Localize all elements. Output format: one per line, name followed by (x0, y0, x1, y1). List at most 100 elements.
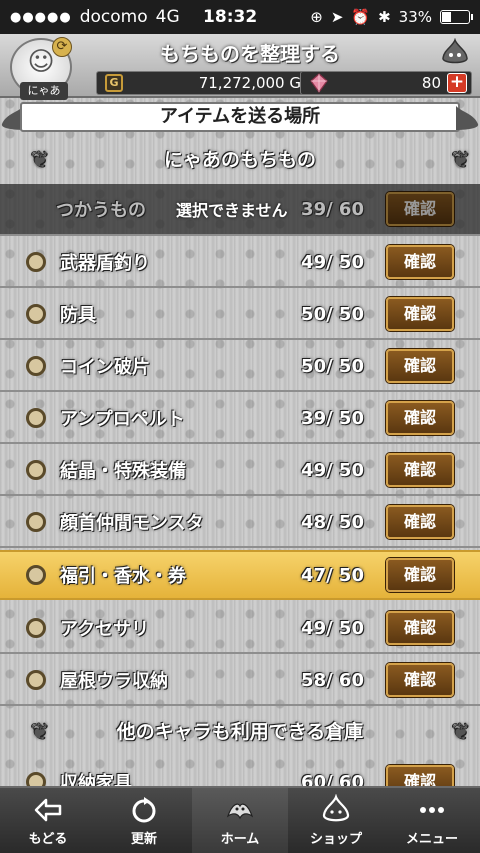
nav-menu-label: メニュー (405, 832, 458, 847)
radio-button[interactable] (26, 670, 46, 690)
nav-shop[interactable]: ショップ (288, 788, 384, 853)
list-item[interactable]: 防具 50/ 50 確認 (0, 290, 480, 340)
alarm-icon: ⏰ (351, 8, 371, 26)
item-category-name: 防具 (60, 305, 96, 326)
gold-icon: G (105, 74, 123, 92)
item-count: 39/ 60 (301, 198, 364, 220)
gem-amount: 80 (421, 74, 441, 92)
confirm-button[interactable]: 確認 (386, 245, 454, 279)
swap-character-icon[interactable]: ⟳ (52, 37, 72, 57)
list-item-selected[interactable]: 福引・香水・券 47/ 50 確認 (0, 550, 480, 600)
confirm-button[interactable]: 確認 (386, 297, 454, 331)
section-shared-storage: ❦ 他のキャラも利用できる倉庫 ❦ (0, 710, 480, 754)
list-item[interactable]: アクセサリ 49/ 50 確認 (0, 604, 480, 654)
list-item[interactable]: コイン破片 50/ 50 確認 (0, 342, 480, 392)
section-title: 他のキャラも利用できる倉庫 (116, 721, 364, 743)
send-location-label: アイテムを送る場所 (20, 102, 460, 132)
ornament-left-icon: ❦ (30, 720, 50, 745)
send-location-banner: アイテムを送る場所 (0, 100, 480, 134)
confirm-button[interactable]: 確認 (386, 349, 454, 383)
lock-rotation-icon: ⊕ (310, 8, 323, 26)
gem-icon (310, 73, 328, 93)
radio-button[interactable] (26, 460, 46, 480)
gold-amount: 71,272,000 G (198, 74, 301, 92)
radio-button[interactable] (26, 512, 46, 532)
dragon-home-icon (226, 803, 254, 820)
avatar-name: にゃあ (20, 82, 68, 100)
nav-back-label: もどる (28, 832, 68, 847)
item-count: 49/ 50 (301, 617, 364, 639)
status-bar: ●●●●● docomo 4G 18:32 ⊕ ➤ ⏰ ✱ 33% (0, 0, 480, 34)
app-screen: ☺ にゃあ ⟳ もちものを整理する G 71,272,000 G 80 + アイ… (0, 34, 480, 853)
confirm-button[interactable]: 確認 (386, 453, 454, 487)
header: ☺ にゃあ ⟳ もちものを整理する G 71,272,000 G 80 + (0, 34, 480, 100)
radio-button[interactable] (26, 252, 46, 272)
nav-shop-label: ショップ (309, 832, 362, 847)
item-category-name: 結晶・特殊装備 (60, 461, 186, 482)
slime-shop-icon (322, 794, 350, 822)
list-item-disabled: つかうもの 選択できません 39/ 60 確認 (0, 184, 480, 236)
item-count: 49/ 50 (301, 251, 364, 273)
item-count: 58/ 60 (301, 669, 364, 691)
radio-button[interactable] (26, 618, 46, 638)
list-item[interactable]: 屋根ウラ収納 58/ 60 確認 (0, 656, 480, 706)
nav-back[interactable]: もどる (0, 788, 96, 853)
nav-home-label: ホーム (220, 832, 260, 847)
nav-refresh[interactable]: 更新 (96, 788, 192, 853)
confirm-button[interactable]: 確認 (386, 663, 454, 697)
radio-button[interactable] (26, 304, 46, 324)
nav-refresh-label: 更新 (130, 832, 157, 847)
list-item[interactable]: 結晶・特殊装備 49/ 50 確認 (0, 446, 480, 496)
battery-percent: 33% (398, 8, 432, 26)
back-arrow-icon (34, 798, 62, 822)
item-count: 50/ 50 (301, 303, 364, 325)
item-category-name: コイン破片 (60, 357, 150, 378)
gem-panel: 80 + (300, 71, 472, 95)
confirm-button[interactable]: 確認 (386, 505, 454, 539)
confirm-button[interactable]: 確認 (386, 611, 454, 645)
confirm-button[interactable]: 確認 (386, 558, 454, 592)
radio-button[interactable] (26, 408, 46, 428)
signal-icon: ●●●●● (10, 9, 72, 25)
gold-panel: G 71,272,000 G (96, 71, 310, 95)
page-title: もちものを整理する (160, 42, 340, 66)
item-category-name: 武器盾釣り (60, 253, 150, 274)
slime-right-icon (456, 106, 479, 130)
section-my-items: ❦ にゃあのもちもの ❦ (0, 138, 480, 182)
section-title: にゃあのもちもの (163, 149, 316, 171)
item-category-name: つかうもの (56, 200, 146, 221)
item-category-name: アクセサリ (60, 619, 150, 640)
radio-button[interactable] (26, 356, 46, 376)
carrier: docomo (79, 7, 148, 27)
item-count: 48/ 50 (301, 511, 364, 533)
item-count: 50/ 50 (301, 355, 364, 377)
item-category-name: 屋根ウラ収納 (60, 671, 168, 692)
radio-button[interactable] (26, 565, 46, 585)
bottom-nav: もどる 更新 ホーム ショップ メニュー (0, 786, 480, 853)
character-face-icon: ☺ (27, 47, 55, 77)
nav-menu[interactable]: メニュー (384, 788, 480, 853)
ornament-right-icon: ❦ (451, 148, 470, 173)
list-item[interactable]: 顔首仲間モンスタ 48/ 50 確認 (0, 498, 480, 548)
slime-help-button[interactable] (438, 37, 472, 67)
nav-home[interactable]: ホーム (192, 788, 288, 853)
not-selectable-note: 選択できません (176, 201, 288, 220)
item-category-name: アンプロペルト (60, 409, 185, 430)
item-count: 49/ 50 (301, 459, 364, 481)
add-gems-button[interactable]: + (447, 73, 467, 93)
clock: 18:32 (203, 7, 258, 27)
item-count: 47/ 50 (301, 564, 364, 586)
list-item[interactable]: 武器盾釣り 49/ 50 確認 (0, 238, 480, 288)
battery-icon (440, 10, 473, 24)
item-count: 39/ 50 (301, 407, 364, 429)
list-item[interactable]: アンプロペルト 39/ 50 確認 (0, 394, 480, 444)
status-right: ⊕ ➤ ⏰ ✱ 33% (310, 8, 473, 26)
menu-dots-icon (420, 807, 444, 813)
item-category-name: 福引・香水・券 (60, 566, 186, 587)
location-icon: ➤ (330, 8, 344, 26)
refresh-icon (132, 797, 156, 823)
bluetooth-icon: ✱ (378, 8, 391, 26)
ornament-left-icon: ❦ (30, 148, 50, 173)
confirm-button: 確認 (386, 192, 454, 226)
confirm-button[interactable]: 確認 (386, 401, 454, 435)
